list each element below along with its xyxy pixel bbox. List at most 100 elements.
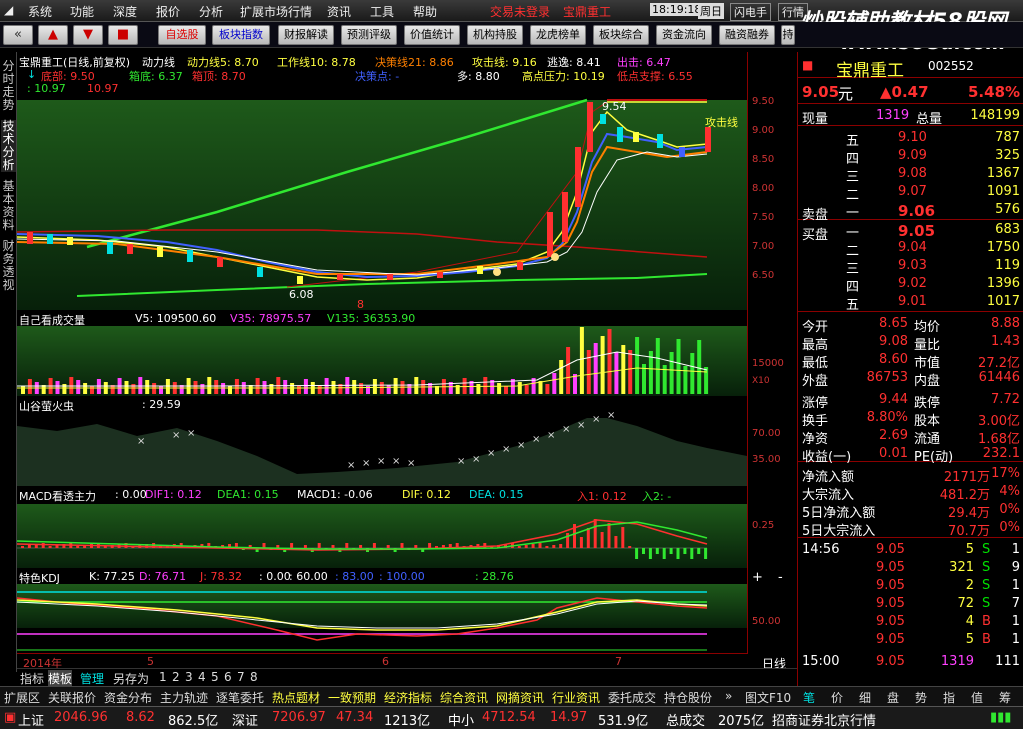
tab-manage[interactable]: 管理 — [80, 670, 104, 687]
attack-line-label: 攻击线 — [705, 116, 738, 129]
tab-chips[interactable]: 筹 — [999, 689, 1011, 706]
stats-block: 今开 8.65 均价 8.88 最高 9.08 量比 1.43 最低 8.60 市值 27.2亿 外盘 8… — [798, 316, 1023, 465]
fn-f10[interactable]: 图文F10 — [745, 689, 791, 706]
buy-level-row[interactable]: 二 9.04 1750 — [798, 240, 1023, 259]
menu-depth[interactable]: 深度 — [113, 3, 137, 20]
sell-level-row[interactable]: 五 9.10 787 — [798, 130, 1023, 149]
tab-capital-flow[interactable]: 资金流向 — [656, 25, 712, 45]
tab-slot-7[interactable]: 7 — [237, 670, 245, 684]
zoom-in-button[interactable]: + — [752, 570, 763, 585]
stat-value: 9.44 — [879, 392, 908, 407]
tab-save-as[interactable]: 另存为 — [113, 670, 149, 687]
double-right-icon[interactable]: » — [725, 689, 732, 703]
tick-volume: 2 — [965, 578, 974, 593]
tab-slot-4[interactable]: 4 — [198, 670, 206, 684]
stop-icon[interactable]: ■ — [108, 25, 138, 45]
tick-row[interactable]: 15:00 9.05 1319 111 — [798, 654, 1023, 672]
zoom-out-button[interactable]: - — [778, 570, 783, 585]
tab-slot-6[interactable]: 6 — [224, 670, 232, 684]
trade-login-status[interactable]: 交易未登录 — [490, 3, 550, 20]
tab-trades[interactable]: 笔 — [803, 689, 815, 706]
buy-level-row[interactable]: 四 9.02 1396 — [798, 276, 1023, 295]
menu-system[interactable]: 系统 — [28, 3, 52, 20]
fn-positions[interactable]: 持仓股份 — [664, 689, 712, 706]
tab-financial-view[interactable]: 财务透视 — [1, 240, 16, 292]
triangle-up-icon[interactable]: ▲ — [38, 25, 68, 45]
tab-slot-8[interactable]: 8 — [250, 670, 258, 684]
fn-related-quotes[interactable]: 关联报价 — [48, 689, 96, 706]
tab-detail[interactable]: 细 — [859, 689, 871, 706]
kline-panel[interactable]: 宝鼎重工(日线,前复权) 动力线 动力线5: 8.70 工作线10: 8.78 … — [17, 52, 747, 311]
fn-economic-index[interactable]: 经济指标 — [384, 689, 432, 706]
buy-orders: 买盘一 9.05 683 二 9.04 1750 三 9.03 119 四 9.02 1396 五 9.0… — [798, 222, 1023, 313]
buy-level-row[interactable]: 三 9.03 119 — [798, 258, 1023, 277]
fn-hot-topics[interactable]: 热点题材 — [272, 689, 320, 706]
menu-help[interactable]: 帮助 — [413, 3, 437, 20]
tab-more[interactable]: 持 — [781, 25, 795, 45]
tab-watchlist[interactable]: 自选股 — [158, 25, 206, 45]
menu-analysis[interactable]: 分析 — [199, 3, 223, 20]
double-left-icon[interactable]: « — [3, 25, 33, 45]
menu-function[interactable]: 功能 — [70, 3, 94, 20]
tab-slot-5[interactable]: 5 — [211, 670, 219, 684]
menu-extended-market[interactable]: 扩展市场行情 — [240, 3, 312, 20]
tab-intraday[interactable]: 分时走势 — [1, 60, 16, 112]
tab-value[interactable]: 值 — [971, 689, 983, 706]
tab-value-stats[interactable]: 价值统计 — [404, 25, 460, 45]
tick-row[interactable]: 9.05 4 B 1 — [798, 614, 1023, 632]
menu-tools[interactable]: 工具 — [370, 3, 394, 20]
fn-order-trades[interactable]: 委托成交 — [608, 689, 656, 706]
kdj-panel[interactable]: 特色KDJ K: 77.25 D: 76.71 J: 78.32 : 0.00 … — [17, 568, 747, 654]
tab-dragon-tiger[interactable]: 龙虎榜单 — [530, 25, 586, 45]
tab-book[interactable]: 盘 — [887, 689, 899, 706]
tick-row[interactable]: 9.05 321 S 9 — [798, 560, 1023, 578]
tab-basic-info[interactable]: 基本资料 — [1, 180, 16, 232]
tab-sector-index[interactable]: 板块指数 — [212, 25, 270, 45]
tab-institution-holdings[interactable]: 机构持股 — [467, 25, 523, 45]
sell-level-row[interactable]: 二 9.07 1091 — [798, 184, 1023, 203]
fn-industry-news[interactable]: 行业资讯 — [552, 689, 600, 706]
tick-row[interactable]: 9.05 72 S 7 — [798, 596, 1023, 614]
decision-point-value: 决策点: - — [355, 70, 400, 83]
fn-capital-distribution[interactable]: 资金分布 — [104, 689, 152, 706]
menu-quote[interactable]: 报价 — [156, 3, 180, 20]
volume-bar — [566, 347, 571, 394]
tab-financial-report[interactable]: 财报解读 — [278, 25, 334, 45]
fn-consensus[interactable]: 一致预期 — [328, 689, 376, 706]
sell-level-row[interactable]: 三 9.08 1367 — [798, 166, 1023, 185]
tab-forecast-rating[interactable]: 预测评级 — [341, 25, 397, 45]
fn-main-track[interactable]: 主力轨迹 — [160, 689, 208, 706]
tab-slot-1[interactable]: 1 — [159, 670, 167, 684]
macd-zero: : 0.00 — [115, 488, 147, 501]
sell-level-row[interactable]: 一 9.06 576 — [798, 202, 1023, 221]
macd-panel[interactable]: MACD看透主力 : 0.00 DIF1: 0.12 DEA1: 0.15 MA… — [17, 486, 747, 568]
fn-extension-area[interactable]: 扩展区 — [4, 689, 40, 706]
tab-price[interactable]: 价 — [831, 689, 843, 706]
tab-indicator[interactable]: 指标 — [20, 670, 44, 687]
tab-sector-overview[interactable]: 板块综合 — [593, 25, 649, 45]
menu-news[interactable]: 资讯 — [327, 3, 351, 20]
tab-technical-analysis[interactable]: 技术分析 — [1, 120, 16, 172]
tab-margin-trading[interactable]: 融资融券 — [719, 25, 775, 45]
tab-index[interactable]: 指 — [943, 689, 955, 706]
buy-level-row[interactable]: 一 9.05 683 — [798, 222, 1023, 241]
flash-trade-button[interactable]: 闪电手 — [730, 3, 771, 21]
tick-row[interactable]: 14:56 9.05 5 S 1 — [798, 542, 1023, 560]
tab-trend[interactable]: 势 — [915, 689, 927, 706]
tick-row[interactable]: 9.05 5 B 1 — [798, 632, 1023, 650]
tab-template[interactable]: 模板 — [48, 670, 73, 687]
fn-order-detail[interactable]: 逐笔委托 — [216, 689, 264, 706]
buy-level: 三 — [846, 262, 860, 277]
tab-slot-2[interactable]: 2 — [172, 670, 180, 684]
volume-panel[interactable]: 自己看成交量 V5: 109500.60 V35: 78975.57 V135:… — [17, 310, 747, 396]
firefly-panel[interactable]: × × × × × × × × × × × × × × × × × × × 山谷萤火虫 : 29.59 — [17, 396, 747, 486]
triangle-down-icon[interactable]: ▼ — [73, 25, 103, 45]
tick-row[interactable]: 9.05 2 S 1 — [798, 578, 1023, 596]
volume-bar — [552, 373, 557, 394]
fn-web-news[interactable]: 网摘资讯 — [496, 689, 544, 706]
tab-slot-3[interactable]: 3 — [185, 670, 193, 684]
sell-level-row[interactable]: 四 9.09 325 — [798, 148, 1023, 167]
fn-general-news[interactable]: 综合资讯 — [440, 689, 488, 706]
buy-level-row[interactable]: 五 9.01 1017 — [798, 294, 1023, 313]
box-bottom-value: 箱底: 6.37 — [129, 70, 183, 83]
